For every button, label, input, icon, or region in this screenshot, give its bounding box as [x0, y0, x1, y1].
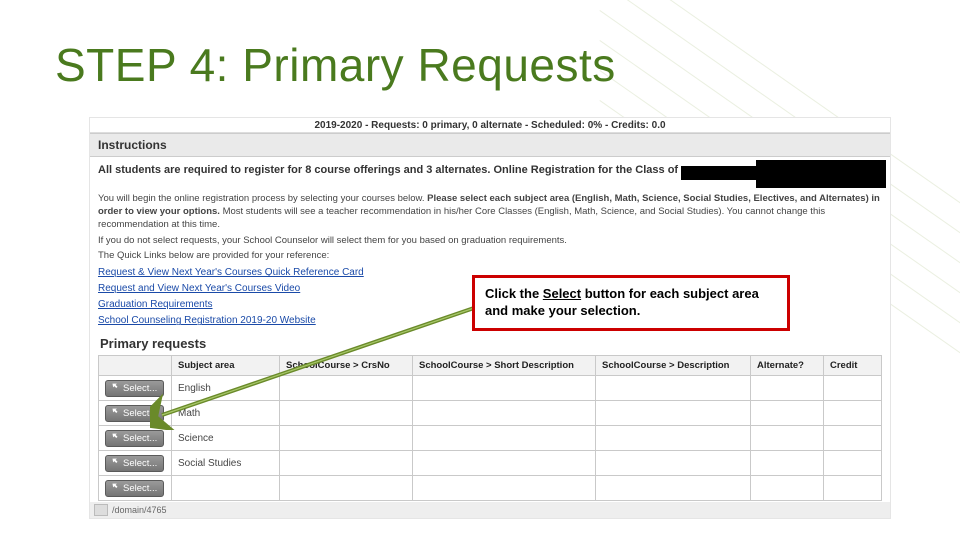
col-alternate: Alternate? — [751, 356, 824, 376]
subject-cell — [172, 476, 280, 501]
col-short-desc: SchoolCourse > Short Description — [413, 356, 596, 376]
table-row: Select... English — [99, 376, 882, 401]
primary-requests-heading: Primary requests — [100, 336, 882, 351]
paragraph-3: The Quick Links below are provided for y… — [98, 250, 882, 261]
table-row: Select... Science — [99, 426, 882, 451]
primary-requests-table: Subject area SchoolCourse > CrsNo School… — [98, 355, 882, 501]
col-description: SchoolCourse > Description — [596, 356, 751, 376]
select-button[interactable]: Select... — [105, 380, 164, 397]
select-button[interactable]: Select... — [105, 480, 164, 497]
paragraph-2: If you do not select requests, your Scho… — [98, 235, 882, 246]
col-crsno: SchoolCourse > CrsNo — [280, 356, 413, 376]
redacted-block-2 — [756, 160, 886, 188]
col-credit: Credit — [824, 356, 882, 376]
table-row: Select... — [99, 476, 882, 501]
subject-cell: English — [172, 376, 280, 401]
select-button[interactable]: Select... — [105, 430, 164, 447]
subject-cell: Science — [172, 426, 280, 451]
instruction-callout: Click the Select button for each subject… — [472, 275, 790, 331]
paragraph-1: You will begin the online registration p… — [98, 193, 882, 231]
col-subject: Subject area — [172, 356, 280, 376]
status-bar: /domain/4765 — [90, 502, 890, 518]
subject-cell: Social Studies — [172, 451, 280, 476]
year-banner: 2019-2020 - Requests: 0 primary, 0 alter… — [90, 118, 890, 133]
select-button[interactable]: Select... — [105, 405, 164, 422]
instructions-header: Instructions — [90, 133, 890, 157]
slide-title: STEP 4: Primary Requests — [55, 38, 616, 92]
table-row: Select... Social Studies — [99, 451, 882, 476]
status-path: /domain/4765 — [112, 505, 167, 515]
select-button[interactable]: Select... — [105, 455, 164, 472]
subject-cell: Math — [172, 401, 280, 426]
table-row: Select... Math — [99, 401, 882, 426]
col-select — [99, 356, 172, 376]
